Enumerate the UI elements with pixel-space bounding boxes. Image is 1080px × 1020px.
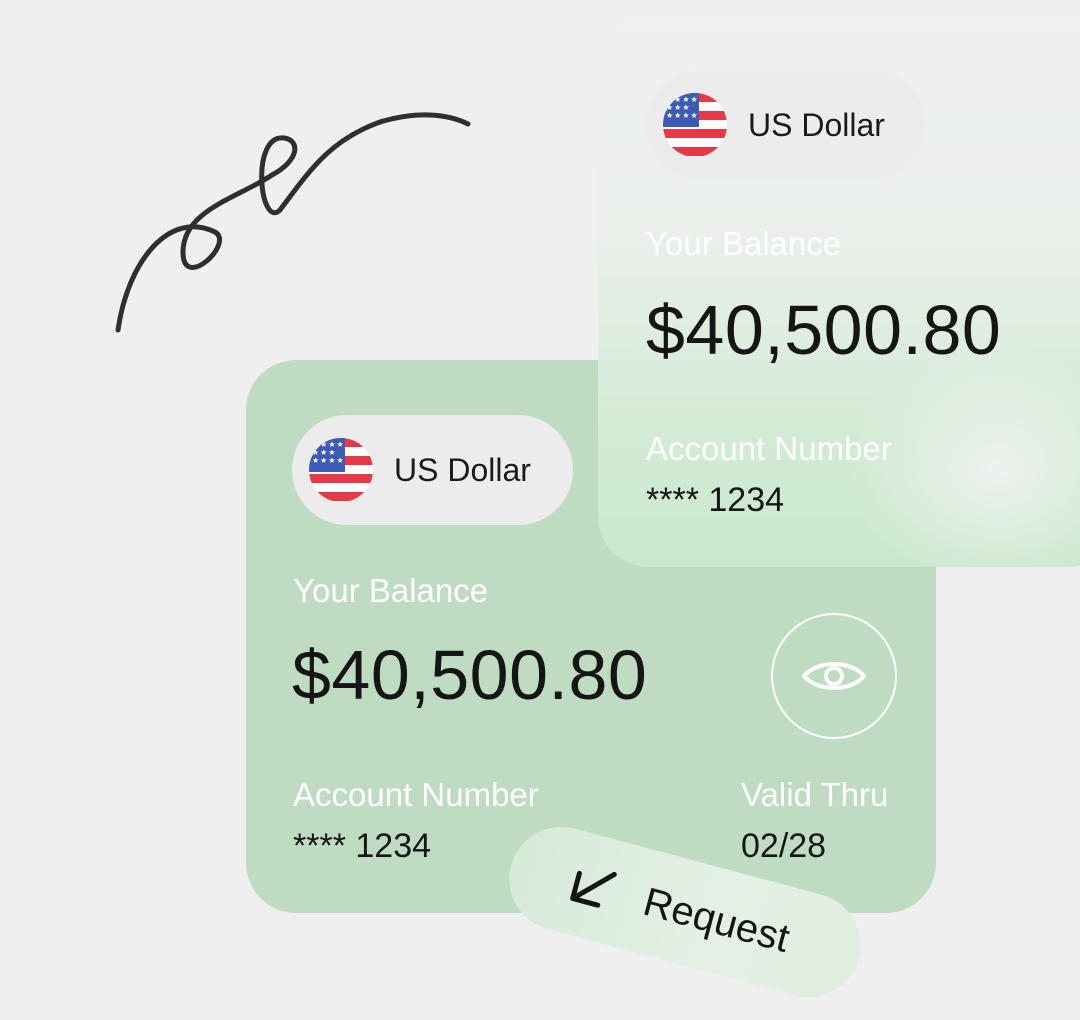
balance-label: Your Balance (293, 572, 489, 609)
balance-label-secondary: Your Balance (646, 225, 842, 262)
currency-selector-secondary[interactable]: ★★★★ ★★★ ★★★★ US Dollar (646, 70, 925, 180)
valid-thru-value: 02/28 (741, 827, 827, 865)
account-number-value-secondary: **** 1234 (646, 481, 785, 519)
us-flag-icon: ★★★★ ★★★ ★★★★ (309, 438, 373, 502)
account-number-label-secondary: Account Number (646, 430, 892, 467)
currency-label-secondary: US Dollar (748, 106, 885, 143)
eye-icon (802, 662, 866, 690)
request-label: Request (638, 879, 795, 961)
us-flag-icon: ★★★★ ★★★ ★★★★ (663, 93, 727, 157)
stage: ★★★★ ★★★ ★★★★ US Dollar Your Balance $40,5… (0, 0, 1080, 1020)
account-number-label: Account Number (293, 776, 539, 813)
account-number-value: **** 1234 (293, 827, 432, 865)
balance-amount: $40,500.80 (292, 636, 648, 714)
balance-amount-secondary: $40,500.80 (646, 291, 1002, 369)
valid-thru-label: Valid Thru (741, 776, 889, 813)
arrow-down-left-icon (570, 870, 617, 908)
decorative-squiggle (115, 112, 471, 333)
currency-label: US Dollar (394, 451, 531, 488)
account-card-secondary: ★★★★ ★★★ ★★★★ US Dollar Your Balance $40,5… (598, 15, 1080, 567)
toggle-visibility-button[interactable] (771, 613, 897, 739)
currency-selector[interactable]: ★★★★ ★★★ ★★★★ US Dollar (292, 415, 573, 525)
